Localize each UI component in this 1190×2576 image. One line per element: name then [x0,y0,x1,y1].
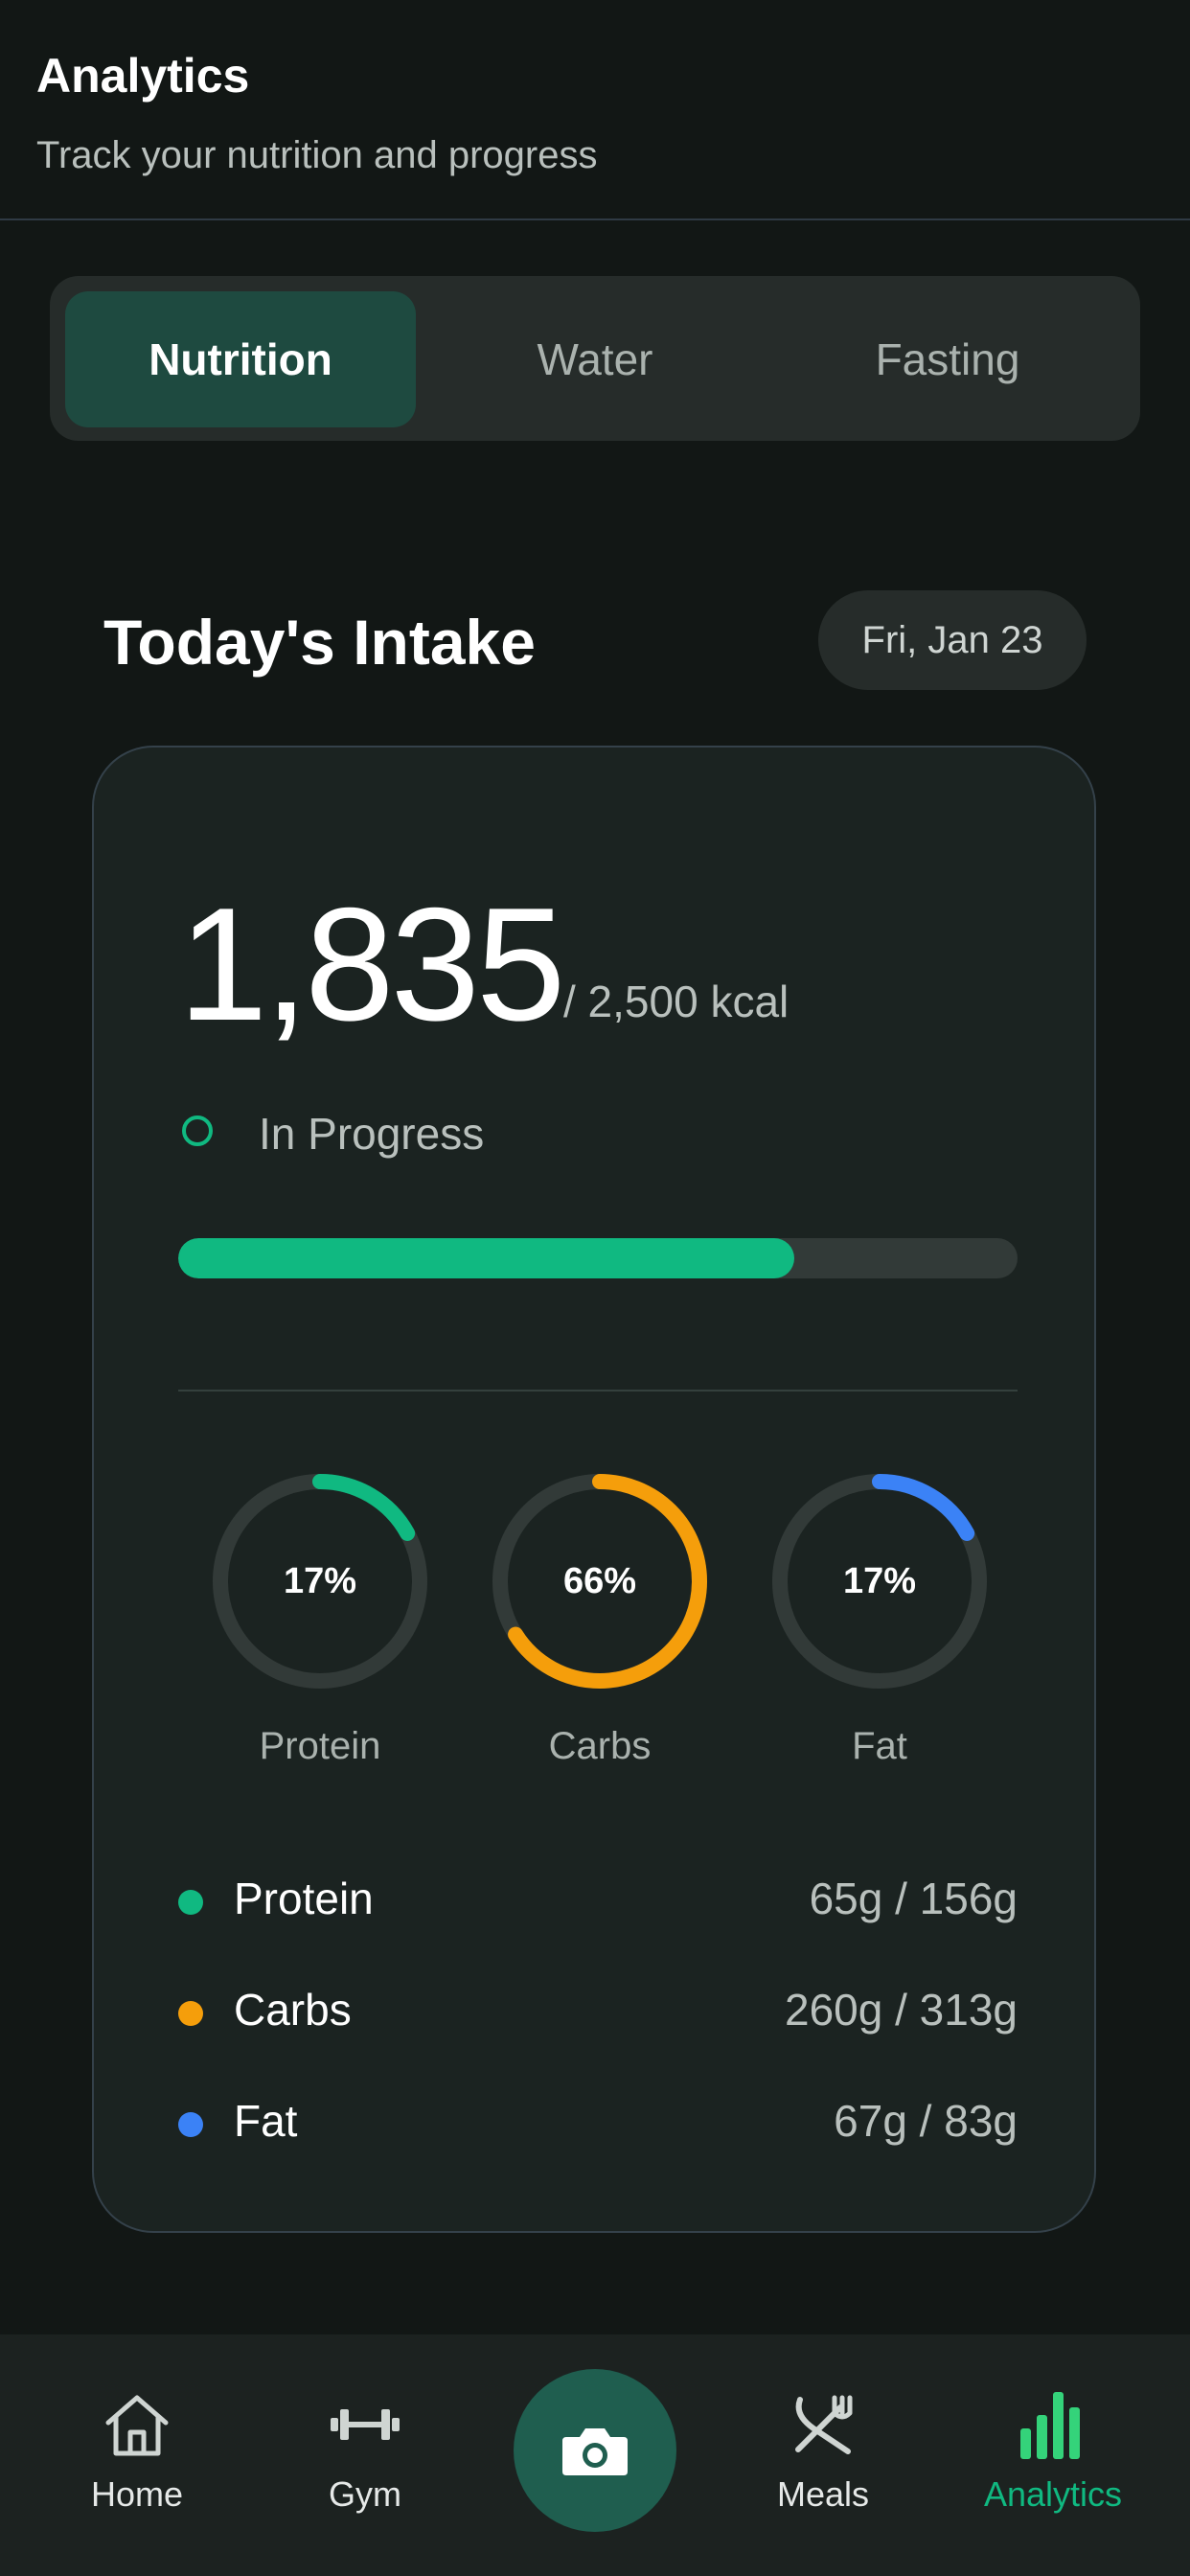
macro-percent: 17% [842,1560,917,1601]
macro-amount: 260g / 313g [784,1985,1018,2035]
section-title: Today's Intake [103,607,536,678]
app-header: Analytics Track your nutrition and progr… [0,0,1190,220]
nav-gym[interactable]: Gym [269,2386,461,2515]
macro-label: Carbs [548,1725,652,1767]
calorie-progress-fill [178,1238,794,1278]
macro-label: Protein [259,1725,381,1767]
macro-label: Fat [852,1725,907,1767]
fat-dot-icon [178,2112,203,2137]
tab-water[interactable]: Water [420,291,770,427]
tab-fasting[interactable]: Fasting [772,291,1123,427]
utensils-icon [795,2395,853,2454]
status-text: In Progress [259,1109,485,1159]
macro-name: Protein [234,1874,374,1923]
macro-ring-fat: 17% [767,1468,993,1694]
page-title: Analytics [36,49,250,103]
divider [178,1390,1018,1392]
segment-tabs: Nutrition Water Fasting [50,276,1140,441]
macro-percent: 17% [283,1560,357,1601]
nav-label: Analytics [983,2474,1123,2514]
macro-name: Fat [234,2096,298,2146]
macro-percent: 66% [562,1560,637,1601]
macro-name: Carbs [234,1985,352,2035]
tab-nutrition[interactable]: Nutrition [65,291,416,427]
nav-label: Meals [776,2474,870,2514]
camera-button[interactable] [514,2369,676,2532]
macro-row-protein: Protein 65g / 156g [178,1873,1018,1930]
macro-ring-carbs: 66% [487,1468,713,1694]
intake-card: 1,835 / 2,500 kcal In Progress 17% Prote… [92,746,1096,2233]
status-circle-icon [182,1116,213,1146]
camera-icon [562,2428,628,2475]
macro-ring-protein: 17% [207,1468,433,1694]
date-selector[interactable]: Fri, Jan 23 [818,590,1087,690]
bar-chart-icon [1020,2392,1080,2459]
nav-label: Home [90,2474,184,2514]
nav-meals[interactable]: Meals [727,2386,919,2515]
macro-amount: 65g / 156g [809,1874,1018,1923]
protein-dot-icon [178,1890,203,1915]
macro-amount: 67g / 83g [834,2096,1018,2146]
nav-analytics[interactable]: Analytics [957,2386,1149,2515]
macro-row-fat: Fat 67g / 83g [178,2095,1018,2152]
calorie-progress-bar [178,1238,1018,1278]
carbs-dot-icon [178,2001,203,2026]
calories-goal: / 2,500 kcal [563,977,790,1026]
nav-label: Gym [329,2474,401,2514]
page-subtitle: Track your nutrition and progress [36,134,598,176]
dumbbell-icon [331,2409,400,2440]
home-icon [105,2395,169,2456]
nav-home[interactable]: Home [41,2386,233,2515]
bottom-nav: Home Gym Meals Analytics [0,2334,1190,2576]
macro-row-carbs: Carbs 260g / 313g [178,1984,1018,2041]
calories-value: 1,835 [178,874,565,1054]
